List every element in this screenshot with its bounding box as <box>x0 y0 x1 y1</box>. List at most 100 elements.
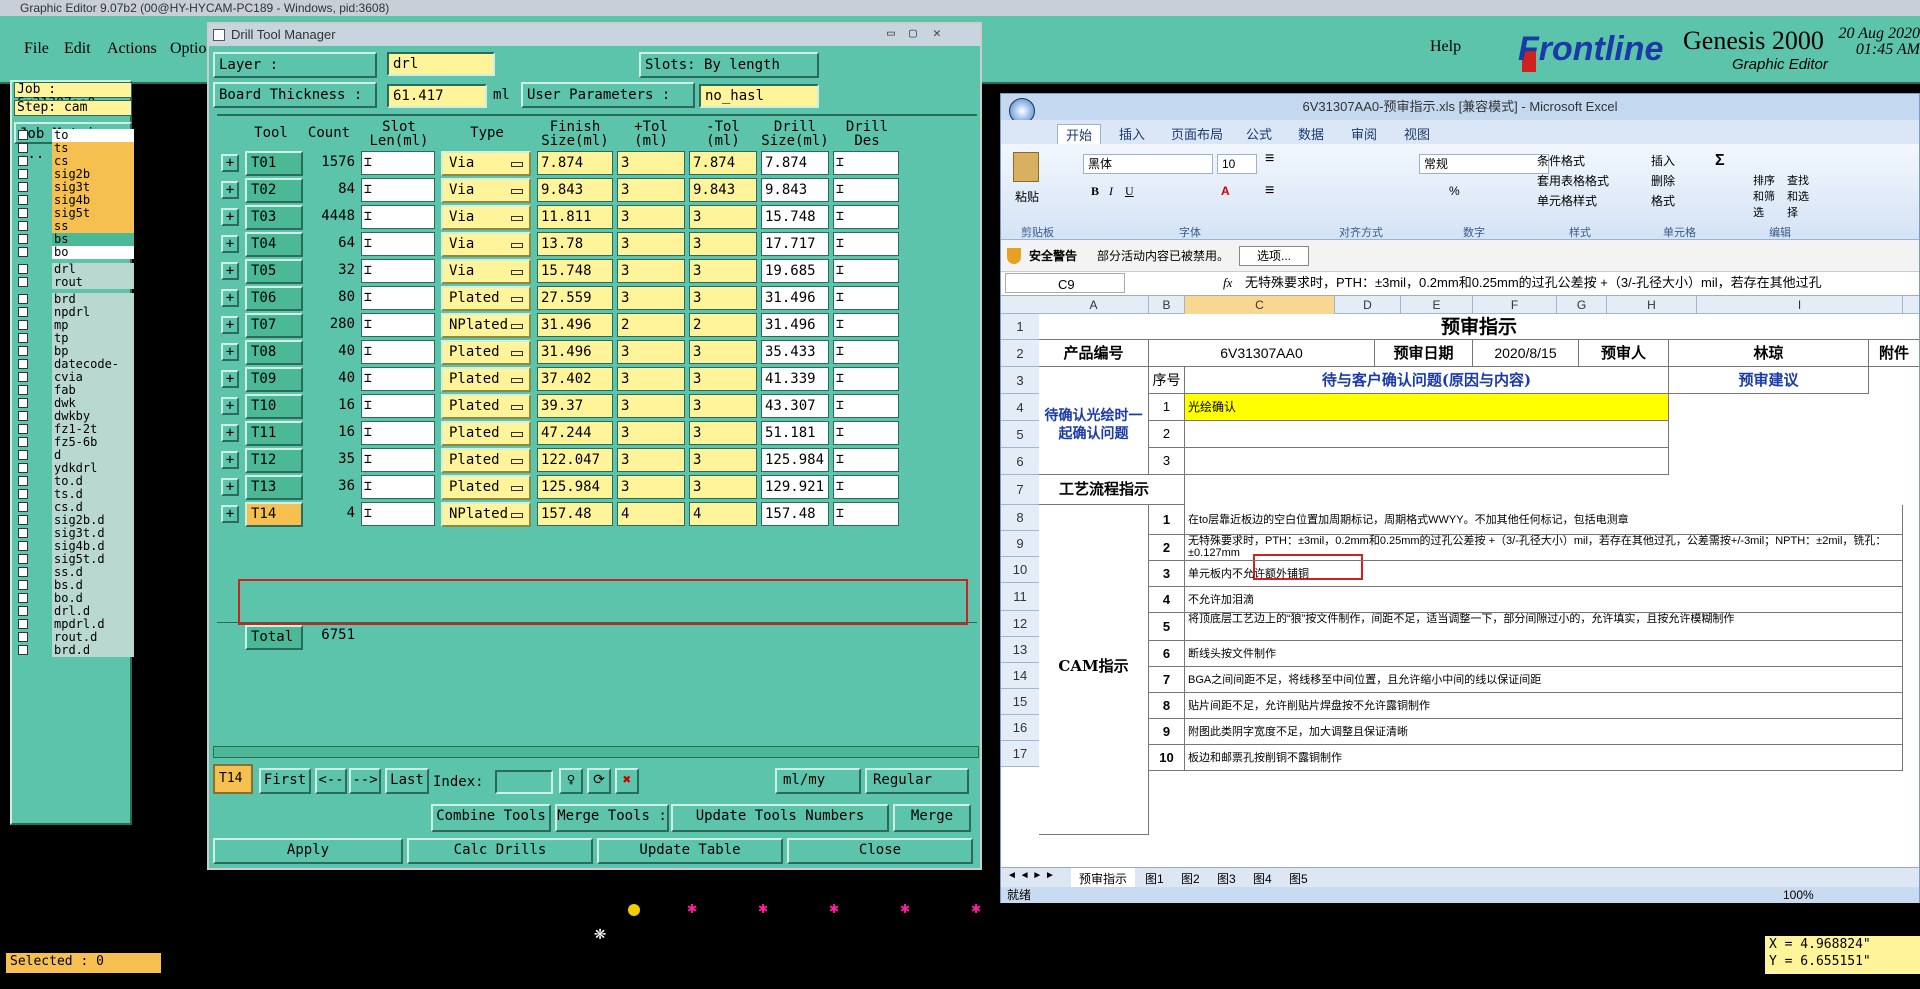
update-table-button[interactable]: Update Table <box>597 838 783 864</box>
combine-tools-button[interactable]: Combine Tools <box>431 804 551 832</box>
finish-size-input[interactable]: 31.496 <box>537 340 613 364</box>
drill-size-input[interactable]: 31.496 <box>761 313 829 337</box>
font-name-box[interactable]: 黑体 <box>1083 154 1213 174</box>
expand-row-icon[interactable]: + <box>221 343 239 361</box>
tab-insert[interactable]: 插入 <box>1119 124 1145 143</box>
expand-row-icon[interactable]: + <box>221 181 239 199</box>
note-text[interactable]: 附图此类阴字宽度不足，加大调整且保证清晰 <box>1185 719 1903 745</box>
autosum-icon[interactable]: Σ <box>1715 152 1725 170</box>
note-text[interactable]: 将顶底层工艺边上的“狼”按文件制作，间距不足，适当调整一下，部分间隙过小的，允许… <box>1185 613 1903 641</box>
minus-tol-input[interactable]: 3 <box>689 205 757 229</box>
review-date-label[interactable]: 预审日期 <box>1375 340 1473 367</box>
note-seq[interactable]: 6 <box>1149 641 1185 667</box>
layer-checkbox[interactable] <box>18 333 28 343</box>
finish-size-input[interactable]: 157.48 <box>537 502 613 526</box>
drill-des-input[interactable]: ⌶ <box>833 178 899 202</box>
drill-size-input[interactable]: 51.181 <box>761 421 829 445</box>
expand-row-icon[interactable]: + <box>221 154 239 172</box>
tab-data[interactable]: 数据 <box>1298 124 1324 143</box>
row-number[interactable]: 6 <box>1001 448 1039 475</box>
finish-size-input[interactable]: 47.244 <box>537 421 613 445</box>
expand-row-icon[interactable]: + <box>221 289 239 307</box>
cell-style-button[interactable]: 单元格样式 <box>1537 192 1597 209</box>
finish-size-input[interactable]: 11.811 <box>537 205 613 229</box>
col-a[interactable]: A <box>1039 296 1149 314</box>
layer-checkbox[interactable] <box>18 606 28 616</box>
plus-tol-input[interactable]: 3 <box>617 394 685 418</box>
layer-item[interactable]: ss <box>12 220 134 233</box>
horizontal-scrollbar[interactable] <box>213 746 979 758</box>
type-dropdown[interactable]: Plated <box>441 340 531 365</box>
issue-seq-1[interactable]: 1 <box>1149 394 1185 421</box>
plus-tol-input[interactable]: 3 <box>617 151 685 175</box>
format-cells-button[interactable]: 格式 <box>1651 192 1675 209</box>
tab-review[interactable]: 审阅 <box>1351 124 1377 143</box>
drill-des-input[interactable]: ⌶ <box>833 367 899 391</box>
user-parameters-input[interactable]: no_hasl <box>699 84 819 108</box>
note-text[interactable]: 板边和邮票孔按削铜不露铜制作 <box>1185 745 1903 771</box>
layer-item[interactable]: sig5t <box>12 207 134 220</box>
row-number[interactable]: 7 <box>1001 475 1039 505</box>
sheet-tab-fig3[interactable]: 图3 <box>1217 870 1236 887</box>
col-b[interactable]: B <box>1149 296 1185 314</box>
minus-tol-input[interactable]: 3 <box>689 394 757 418</box>
layer-checkbox[interactable] <box>18 502 28 512</box>
layer-checkbox[interactable] <box>18 169 28 179</box>
sheet-tab-fig5[interactable]: 图5 <box>1289 870 1308 887</box>
sheet-nav-icon[interactable]: ◄ ◄ ► ► <box>1007 870 1055 881</box>
paste-label[interactable]: 粘贴 <box>1015 188 1039 205</box>
sheet-tab-review[interactable]: 预审指示 <box>1071 868 1136 889</box>
drill-des-input[interactable]: ⌶ <box>833 394 899 418</box>
plus-tol-input[interactable]: 3 <box>617 448 685 472</box>
tool-name[interactable]: T13 <box>245 475 303 500</box>
tool-name[interactable]: T07 <box>245 313 303 338</box>
bold-icon[interactable]: B <box>1091 184 1099 199</box>
note-seq[interactable]: 7 <box>1149 667 1185 693</box>
drill-des-input[interactable]: ⌶ <box>833 475 899 499</box>
minus-tol-input[interactable]: 3 <box>689 259 757 283</box>
layer-checkbox[interactable] <box>18 450 28 460</box>
calc-drills-button[interactable]: Calc Drills <box>407 838 593 864</box>
tab-home[interactable]: 开始 <box>1057 124 1102 145</box>
layer-checkbox[interactable] <box>18 411 28 421</box>
minus-tol-input[interactable]: 3 <box>689 367 757 391</box>
layer-item[interactable]: npdrl <box>12 306 134 319</box>
drill-des-input[interactable]: ⌶ <box>833 286 899 310</box>
tab-formulas[interactable]: 公式 <box>1246 124 1272 143</box>
layer-checkbox[interactable] <box>18 619 28 629</box>
font-size-box[interactable]: 10 <box>1217 154 1257 174</box>
note-seq[interactable]: 1 <box>1149 505 1185 535</box>
type-dropdown[interactable]: Via <box>441 232 531 257</box>
drill-des-input[interactable]: ⌶ <box>833 232 899 256</box>
col-h[interactable]: H <box>1607 296 1697 314</box>
next-button[interactable]: --> <box>349 768 381 794</box>
note-text[interactable]: 断线头按文件制作 <box>1185 641 1903 667</box>
align-top-icon[interactable]: ≡ <box>1265 150 1274 168</box>
layer-checkbox[interactable] <box>18 182 28 192</box>
mode-dropdown[interactable]: Regular <box>865 768 969 794</box>
note-text[interactable]: 在to层靠近板边的空白位置加周期标记，周期格式WWYY。不加其他任何标记，包括电… <box>1185 505 1903 535</box>
drill-des-input[interactable]: ⌶ <box>833 259 899 283</box>
sort-filter-button[interactable]: 排序和筛选 <box>1753 172 1781 220</box>
drill-size-input[interactable]: 129.921 <box>761 475 829 499</box>
close-icon[interactable]: ✕ <box>933 26 941 41</box>
row-number[interactable]: 16 <box>1001 715 1039 741</box>
type-dropdown[interactable]: Via <box>441 151 531 176</box>
drill-des-input[interactable]: ⌶ <box>833 448 899 472</box>
minus-tol-input[interactable]: 3 <box>689 475 757 499</box>
reviewer-label[interactable]: 预审人 <box>1579 340 1669 367</box>
note-text[interactable]: 不允许加泪滴 <box>1185 587 1903 613</box>
drill-size-input[interactable]: 7.874 <box>761 151 829 175</box>
tool-name[interactable]: T02 <box>245 178 303 203</box>
finish-size-input[interactable]: 39.37 <box>537 394 613 418</box>
minus-tol-input[interactable]: 7.874 <box>689 151 757 175</box>
layer-checkbox[interactable] <box>18 645 28 655</box>
first-button[interactable]: First <box>259 768 311 794</box>
note-seq[interactable]: 2 <box>1149 535 1185 561</box>
drill-size-input[interactable]: 43.307 <box>761 394 829 418</box>
product-no-value[interactable]: 6V31307AA0 <box>1149 340 1375 367</box>
title-cell[interactable]: 预审指示 <box>1039 314 1919 340</box>
plus-tol-input[interactable]: 3 <box>617 475 685 499</box>
insert-cells-button[interactable]: 插入 <box>1651 152 1675 169</box>
expand-row-icon[interactable]: + <box>221 397 239 415</box>
